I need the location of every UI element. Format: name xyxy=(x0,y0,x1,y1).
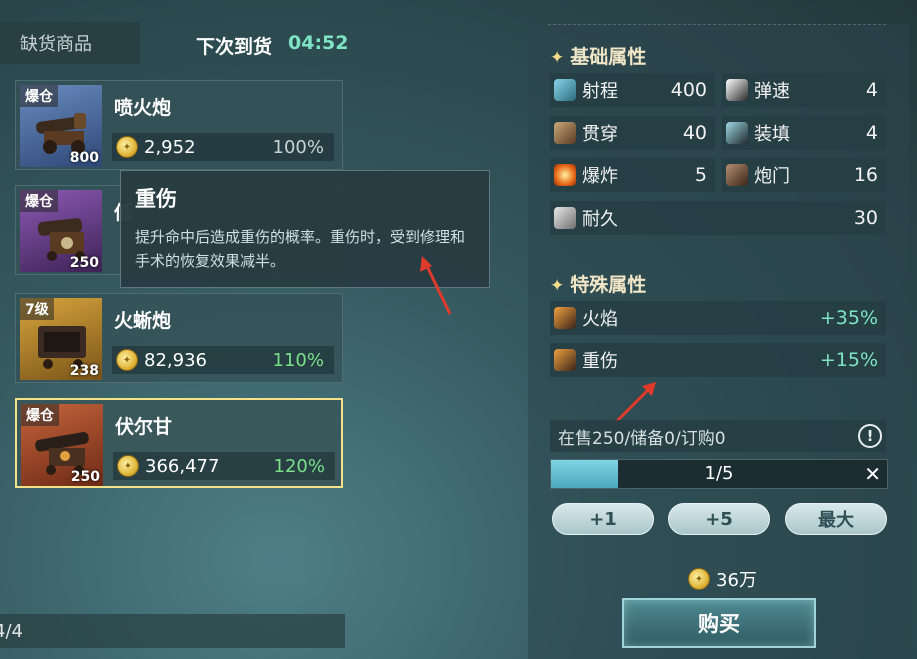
stat-pierce: 贯穿 40 xyxy=(550,116,715,150)
coin-icon: ✦ xyxy=(117,455,139,477)
restock-timer: 04:52 xyxy=(288,32,349,54)
quantity-text: 1/5 xyxy=(704,463,734,484)
stock-text: 在售250/储备0/订购0 xyxy=(558,428,726,449)
item-thumbnail: 爆仓 250 xyxy=(21,404,103,486)
stat-durability: 耐久 30 xyxy=(550,201,886,235)
stat-range: 射程 400 xyxy=(550,73,715,107)
explosion-icon xyxy=(554,164,576,186)
item-name: 伏尔甘 xyxy=(115,416,173,438)
stat-fire: 火焰 +35% xyxy=(550,301,886,335)
item-count: 238 xyxy=(69,363,99,379)
tab-label: 缺货商品 xyxy=(20,34,92,55)
item-name: 喷火炮 xyxy=(114,97,172,119)
item-tag: 爆仓 xyxy=(20,190,58,212)
item-tag: 爆仓 xyxy=(20,85,58,107)
basic-attributes-title: ✦ 基础属性 xyxy=(550,46,647,68)
pierce-icon xyxy=(554,122,576,144)
page-text: 4/4 xyxy=(0,620,23,642)
close-icon[interactable]: ✕ xyxy=(864,462,881,486)
page-indicator: 4/4 xyxy=(0,614,345,648)
item-count: 250 xyxy=(69,255,99,271)
fire-icon xyxy=(554,307,576,329)
item-percent: 100% xyxy=(272,136,324,158)
range-icon xyxy=(554,79,576,101)
info-icon[interactable]: ! xyxy=(858,424,882,448)
stat-explosion: 爆炸 5 xyxy=(550,158,715,192)
bullet-speed-icon xyxy=(726,79,748,101)
item-card-vulcan[interactable]: 爆仓 250 伏尔甘 ✦ 366,477 120% xyxy=(15,398,343,488)
item-thumbnail: 7级 238 xyxy=(20,298,102,380)
coin-icon: ✦ xyxy=(116,349,138,371)
stat-heavy-wound[interactable]: 重伤 +15% xyxy=(550,343,886,377)
item-price: 366,477 xyxy=(145,455,220,477)
item-name: 火蜥炮 xyxy=(114,310,172,332)
tab-out-of-stock[interactable]: 缺货商品 xyxy=(0,22,140,64)
item-tag: 7级 xyxy=(20,298,54,320)
item-percent: 110% xyxy=(272,349,324,371)
gun-port-icon xyxy=(726,164,748,186)
restock-label: 下次到货 xyxy=(196,36,273,58)
heavy-wound-icon xyxy=(554,349,576,371)
coin-icon: ✦ xyxy=(688,568,710,590)
item-price: 82,936 xyxy=(144,349,207,371)
item-card-flamethrower[interactable]: 爆仓 800 喷火炮 ✦ 2,952 100% xyxy=(15,80,343,170)
reload-icon xyxy=(726,122,748,144)
total-cost: ✦ 36万 xyxy=(684,566,757,592)
item-price: 2,952 xyxy=(144,136,196,158)
stat-bullet-speed: 弹速 4 xyxy=(722,73,886,107)
item-card-salamander[interactable]: 7级 238 火蜥炮 ✦ 82,936 110% xyxy=(15,293,343,383)
stock-info: 在售250/储备0/订购0 ! xyxy=(550,420,886,452)
price-bar: ✦ 82,936 110% xyxy=(112,346,334,374)
item-count: 800 xyxy=(69,150,99,166)
coin-icon: ✦ xyxy=(116,136,138,158)
price-bar: ✦ 366,477 120% xyxy=(113,452,335,480)
item-percent: 120% xyxy=(273,455,325,477)
total-amount: 36万 xyxy=(716,570,757,591)
stat-reload: 装填 4 xyxy=(722,116,886,150)
annotation-arrow-icon xyxy=(420,256,452,315)
tooltip-title: 重伤 xyxy=(135,187,177,211)
item-tag: 爆仓 xyxy=(21,404,59,426)
buy-button[interactable]: 购买 xyxy=(622,598,816,648)
item-count: 250 xyxy=(70,469,100,485)
plus-one-button[interactable]: +1 xyxy=(552,503,654,535)
star-icon: ✦ xyxy=(550,48,565,68)
special-attributes-title: ✦ 特殊属性 xyxy=(550,274,647,296)
star-icon: ✦ xyxy=(550,276,565,296)
durability-icon xyxy=(554,207,576,229)
max-button[interactable]: 最大 xyxy=(785,503,887,535)
price-bar: ✦ 2,952 100% xyxy=(112,133,334,161)
divider xyxy=(548,24,886,25)
item-thumbnail: 爆仓 800 xyxy=(20,85,102,167)
quantity-slider[interactable]: 1/5 ✕ xyxy=(550,459,888,489)
item-thumbnail: 爆仓 250 xyxy=(20,190,102,272)
stat-gun-port: 炮门 16 xyxy=(722,158,886,192)
plus-five-button[interactable]: +5 xyxy=(668,503,770,535)
